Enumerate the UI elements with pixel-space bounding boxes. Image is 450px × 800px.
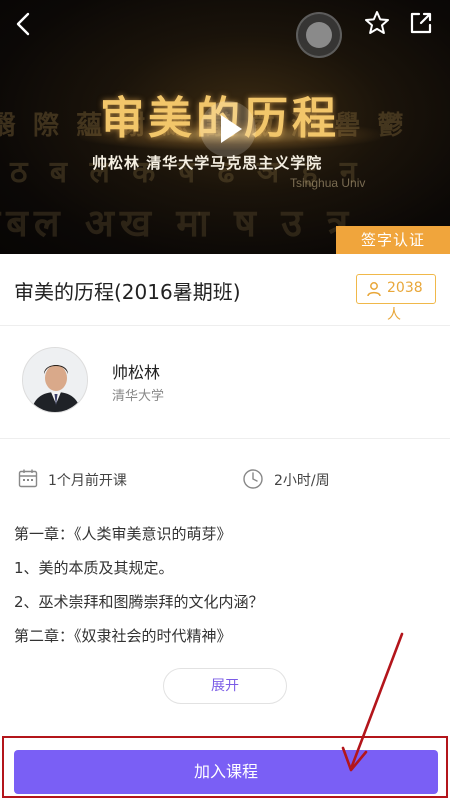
- weekly-hours: 2小时/周: [274, 473, 330, 489]
- back-icon[interactable]: [10, 10, 38, 38]
- syllabus-line: 第一章：《人类审美意识的萌芽》: [14, 525, 232, 543]
- join-course-button[interactable]: 加入课程: [14, 750, 438, 794]
- cover-university: Tsinghua Univ: [290, 176, 366, 190]
- syllabus-line: 1、美的本质及其规定。: [14, 559, 174, 577]
- star-icon[interactable]: [364, 10, 390, 36]
- cover-background-text: हबल अख मा ष उ त्र: [0, 200, 355, 245]
- signed-certification-badge: 签字认证: [336, 226, 450, 254]
- share-icon[interactable]: [408, 10, 434, 36]
- course-meta: 1个月前开课 2小时/周: [0, 460, 450, 500]
- teacher-school: 清华大学: [112, 389, 165, 404]
- avatar: [22, 347, 88, 413]
- floating-record-button[interactable]: [296, 12, 342, 58]
- course-header: 审美的历程(2016暑期班) 2038人: [0, 254, 450, 326]
- teacher-name: 帅松林: [112, 363, 161, 382]
- syllabus-line: 2、巫术崇拜和图腾崇拜的文化内涵？: [14, 593, 264, 611]
- expand-button[interactable]: 展开: [163, 668, 287, 704]
- course-title: 审美的历程(2016暑期班): [14, 280, 241, 304]
- calendar-icon: [18, 469, 38, 488]
- play-icon[interactable]: [200, 101, 256, 157]
- enrolled-count: 2038人: [387, 280, 423, 323]
- course-start-time: 1个月前开课: [48, 473, 127, 489]
- syllabus-line: 第二章：《奴隶社会的时代精神》: [14, 627, 232, 645]
- enrolled-count-badge: 2038人: [356, 274, 436, 323]
- clock-icon: [243, 469, 263, 489]
- teacher-card[interactable]: 帅松林 清华大学: [0, 327, 450, 439]
- person-icon: [367, 282, 381, 297]
- syllabus: 第一章：《人类审美意识的萌芽》 1、美的本质及其规定。 2、巫术崇拜和图腾崇拜的…: [14, 523, 434, 659]
- video-player[interactable]: 翳 際 蘊 謝 總 議 徽 瀧 嚳 鬱 ठ ब ल क ष ढ ञ ह न हब…: [0, 0, 450, 254]
